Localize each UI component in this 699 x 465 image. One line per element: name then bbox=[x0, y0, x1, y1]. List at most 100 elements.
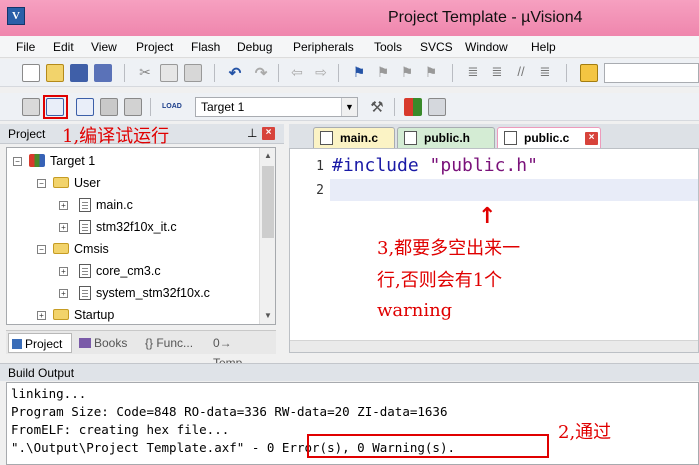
menu-svcs[interactable]: SVCS bbox=[420, 40, 453, 54]
toolbar-separator bbox=[278, 64, 279, 82]
menu-edit[interactable]: Edit bbox=[53, 40, 74, 54]
expand-toggle[interactable]: + bbox=[59, 223, 68, 232]
project-tree: − Target 1 − User + main.c + stm32f10x_i… bbox=[6, 147, 276, 325]
scroll-down-icon[interactable]: ▼ bbox=[260, 308, 275, 324]
books-icon bbox=[79, 338, 91, 348]
tree-item-target[interactable]: Target 1 bbox=[29, 151, 95, 171]
bookmark-icon[interactable]: ⚑ bbox=[350, 64, 368, 82]
code-line[interactable]: #include "public.h" bbox=[332, 155, 538, 177]
scroll-thumb[interactable] bbox=[262, 166, 274, 238]
arrow-up-icon: ↑ bbox=[478, 204, 497, 229]
menu-window[interactable]: Window bbox=[465, 40, 508, 54]
nav-forward-icon[interactable]: ⇨ bbox=[312, 64, 330, 82]
tree-item-file[interactable]: core_cm3.c bbox=[79, 261, 161, 281]
build-output-header: Build Output bbox=[0, 363, 699, 381]
save-icon[interactable] bbox=[70, 64, 88, 82]
toolbar-separator bbox=[338, 64, 339, 82]
file-icon bbox=[404, 131, 417, 145]
tab-templates[interactable]: 0→ Temp... bbox=[210, 333, 274, 370]
tree-item-folder-cmsis[interactable]: Cmsis bbox=[53, 239, 109, 259]
expand-toggle[interactable]: + bbox=[59, 289, 68, 298]
menu-project[interactable]: Project bbox=[136, 40, 173, 54]
uncomment-icon[interactable]: ≣ bbox=[536, 64, 554, 82]
expand-toggle[interactable]: + bbox=[37, 311, 46, 320]
tab-public-h[interactable]: public.h bbox=[397, 127, 495, 148]
expand-toggle[interactable]: + bbox=[59, 201, 68, 210]
comment-icon[interactable]: // bbox=[512, 64, 530, 82]
close-icon[interactable]: × bbox=[585, 132, 598, 145]
find-input[interactable] bbox=[604, 63, 699, 83]
redo-icon[interactable]: ↷ bbox=[252, 64, 270, 82]
tree-item-file[interactable]: stm32f10x_it.c bbox=[79, 217, 177, 237]
tab-public-c[interactable]: public.c × bbox=[497, 127, 601, 148]
manage-books-icon[interactable] bbox=[428, 98, 446, 116]
prev-bookmark-icon[interactable]: ⚑ bbox=[374, 64, 392, 82]
output-line: FromELF: creating hex file... bbox=[11, 422, 230, 437]
file-icon bbox=[504, 131, 517, 145]
toolbar-separator bbox=[452, 64, 453, 82]
editor-hscrollbar[interactable] bbox=[290, 340, 698, 352]
folder-icon bbox=[53, 177, 69, 189]
menu-tools[interactable]: Tools bbox=[374, 40, 402, 54]
unindent-icon[interactable]: ≣ bbox=[488, 64, 506, 82]
pin-icon[interactable]: ⊥ bbox=[247, 126, 257, 140]
tree-item-folder-user[interactable]: User bbox=[53, 173, 100, 193]
annotation-box-result bbox=[307, 434, 549, 458]
menu-debug[interactable]: Debug bbox=[237, 40, 272, 54]
copy-icon[interactable] bbox=[160, 64, 178, 82]
chevron-down-icon[interactable]: ▼ bbox=[341, 98, 357, 116]
cut-icon[interactable]: ✂ bbox=[136, 64, 154, 82]
menu-view[interactable]: View bbox=[91, 40, 117, 54]
translate-icon[interactable] bbox=[22, 98, 40, 116]
tab-main-c[interactable]: main.c bbox=[313, 127, 395, 148]
collapse-toggle[interactable]: − bbox=[13, 157, 22, 166]
nav-back-icon[interactable]: ⇦ bbox=[288, 64, 306, 82]
download-icon[interactable]: LOAD bbox=[162, 98, 182, 116]
close-icon[interactable]: × bbox=[262, 127, 275, 140]
tab-project[interactable]: Project bbox=[8, 333, 72, 353]
collapse-toggle[interactable]: − bbox=[37, 245, 46, 254]
target-icon bbox=[29, 154, 45, 168]
menu-file[interactable]: File bbox=[16, 40, 35, 54]
tree-item-file[interactable]: main.c bbox=[79, 195, 133, 215]
menu-peripherals[interactable]: Peripherals bbox=[293, 40, 354, 54]
tab-functions[interactable]: {} Func... bbox=[142, 333, 208, 353]
file-icon bbox=[79, 219, 91, 234]
expand-toggle[interactable]: + bbox=[59, 267, 68, 276]
batch-build-icon[interactable] bbox=[100, 98, 118, 116]
toolbar-separator bbox=[394, 98, 395, 116]
tree-item-file[interactable]: system_stm32f10x.c bbox=[79, 283, 210, 303]
build-output-title: Build Output bbox=[8, 366, 75, 380]
target-options-icon[interactable]: ⚒ bbox=[368, 98, 386, 116]
tree-scrollbar[interactable]: ▲ ▼ bbox=[259, 148, 275, 324]
folder-icon bbox=[53, 243, 69, 255]
current-line-highlight bbox=[330, 179, 698, 201]
new-file-icon[interactable] bbox=[22, 64, 40, 82]
project-panel-title: Project bbox=[8, 127, 46, 141]
collapse-toggle[interactable]: − bbox=[37, 179, 46, 188]
tree-item-folder-startup[interactable]: Startup bbox=[53, 305, 114, 324]
clear-bookmarks-icon[interactable]: ⚑ bbox=[422, 64, 440, 82]
scroll-up-icon[interactable]: ▲ bbox=[260, 148, 275, 164]
stop-build-icon[interactable] bbox=[124, 98, 142, 116]
manage-components-icon[interactable] bbox=[404, 98, 422, 116]
find-in-files-icon[interactable] bbox=[580, 64, 598, 82]
output-line: Program Size: Code=848 RO-data=336 RW-da… bbox=[11, 404, 448, 419]
paste-icon[interactable] bbox=[184, 64, 202, 82]
tab-books[interactable]: Books bbox=[76, 333, 136, 353]
annotation-step3-line3: warning bbox=[377, 300, 453, 321]
save-all-icon[interactable] bbox=[94, 64, 112, 82]
annotation-step1: 1,编译试运行 bbox=[62, 126, 170, 147]
annotation-step3-line2: 行,否则会有1个 bbox=[377, 270, 503, 291]
menu-flash[interactable]: Flash bbox=[191, 40, 220, 54]
undo-icon[interactable]: ↶ bbox=[226, 64, 244, 82]
open-folder-icon[interactable] bbox=[46, 64, 64, 82]
editor-tabs: main.c public.h public.c × bbox=[289, 124, 699, 148]
menu-help[interactable]: Help bbox=[531, 40, 556, 54]
rebuild-icon[interactable] bbox=[76, 98, 94, 116]
next-bookmark-icon[interactable]: ⚑ bbox=[398, 64, 416, 82]
target-select[interactable]: Target 1 ▼ bbox=[195, 97, 358, 117]
target-select-value: Target 1 bbox=[201, 100, 245, 114]
output-line: linking... bbox=[11, 386, 87, 401]
indent-icon[interactable]: ≣ bbox=[464, 64, 482, 82]
